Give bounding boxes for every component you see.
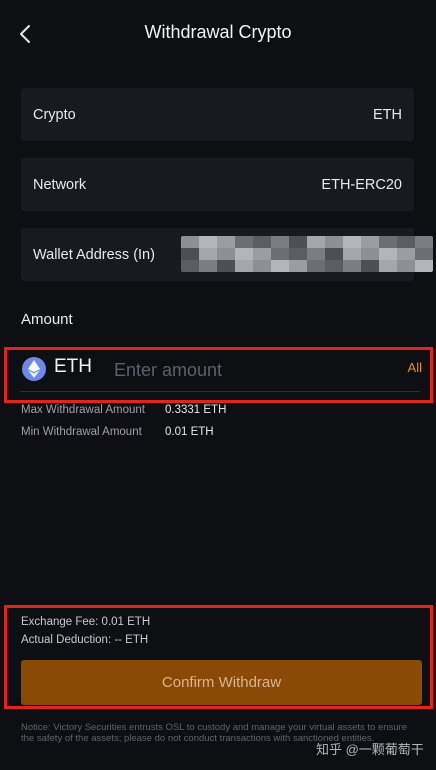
wallet-address-field[interactable]: Wallet Address (In) (21, 228, 433, 281)
page-title: Withdrawal Crypto (144, 22, 292, 42)
max-withdrawal-label: Max Withdrawal Amount (21, 404, 145, 416)
max-withdrawal-row: Max Withdrawal Amount 0.3331 ETH (21, 404, 226, 416)
highlight-box-amount (4, 347, 433, 403)
network-value: ETH-ERC20 (321, 176, 402, 193)
min-withdrawal-label: Min Withdrawal Amount (21, 426, 142, 438)
network-label: Network (33, 176, 87, 193)
wallet-address-label: Wallet Address (In) (33, 246, 155, 263)
highlight-box-confirm (4, 605, 433, 709)
amount-section-title: Amount (21, 311, 73, 328)
min-withdrawal-value: 0.01 ETH (165, 426, 214, 438)
watermark: 知乎 @一颗葡萄干 (316, 742, 424, 757)
crypto-label: Crypto (33, 106, 76, 123)
min-withdrawal-row: Min Withdrawal Amount 0.01 ETH (21, 426, 214, 438)
wallet-address-redacted (181, 236, 433, 272)
withdrawal-screen: Withdrawal Crypto Crypto ETH Network ETH… (0, 0, 436, 770)
crypto-selector[interactable]: Crypto ETH (21, 88, 414, 141)
header: Withdrawal Crypto (0, 0, 436, 70)
max-withdrawal-value: 0.3331 ETH (165, 404, 227, 416)
network-selector[interactable]: Network ETH-ERC20 (21, 158, 414, 211)
crypto-value: ETH (373, 106, 402, 123)
